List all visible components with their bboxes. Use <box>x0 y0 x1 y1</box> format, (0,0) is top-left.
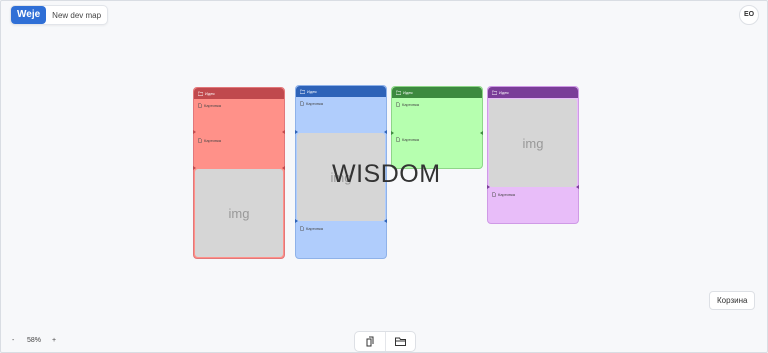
document-icon <box>198 103 202 108</box>
basket-button[interactable]: Корзина <box>709 291 756 310</box>
card-title: Идея <box>307 89 317 94</box>
document-icon <box>300 101 304 106</box>
row-label: Картинка <box>402 137 420 142</box>
card-header[interactable]: Идея <box>392 87 482 98</box>
card-title: Идея <box>205 91 215 96</box>
user-avatar[interactable]: EO <box>739 5 759 25</box>
document-icon <box>366 336 374 347</box>
zoom-out-button[interactable]: - <box>12 337 14 344</box>
card-row[interactable]: Картинка <box>300 226 323 231</box>
add-document-button[interactable] <box>355 332 385 351</box>
document-icon <box>492 192 496 197</box>
connector-handle[interactable] <box>480 131 483 135</box>
header-bar: Weje New dev map <box>10 5 109 25</box>
document-icon <box>300 226 304 231</box>
connector-handle[interactable] <box>384 219 387 223</box>
document-icon <box>198 138 202 143</box>
folder-icon <box>492 90 497 95</box>
connector-handle[interactable] <box>295 219 298 223</box>
add-folder-button[interactable] <box>384 332 416 351</box>
card-header[interactable]: Идея <box>194 88 284 99</box>
document-icon <box>396 137 400 142</box>
card-title: Идея <box>499 90 509 95</box>
connector-handle[interactable] <box>282 130 285 134</box>
map-title[interactable]: New dev map <box>46 11 107 20</box>
connector-handle[interactable] <box>487 185 490 189</box>
card-row[interactable]: Картинка <box>492 192 515 197</box>
row-label: Картинка <box>204 138 222 143</box>
connector-handle[interactable] <box>391 131 394 135</box>
connector-handle[interactable] <box>282 166 285 170</box>
card-header[interactable]: Идея <box>296 86 386 97</box>
folder-icon <box>198 91 203 96</box>
connector-handle[interactable] <box>384 130 387 134</box>
folder-icon <box>300 89 305 94</box>
wisdom-watermark: WISDOM <box>332 160 441 188</box>
card-row[interactable]: Картинка <box>300 101 323 106</box>
row-label: Картинка <box>498 192 516 197</box>
card-red[interactable]: Идея Картинка Картинка img <box>193 87 285 259</box>
row-label: Картинка <box>204 103 222 108</box>
connector-handle[interactable] <box>193 166 196 170</box>
document-icon <box>396 102 400 107</box>
card-green[interactable]: Идея Картинка Картинка <box>391 86 483 169</box>
folder-icon <box>394 337 406 346</box>
app-logo[interactable]: Weje <box>11 6 47 24</box>
zoom-level: 58% <box>27 337 42 344</box>
row-label: Картинка <box>306 101 324 106</box>
card-row[interactable]: Картинка <box>198 103 221 108</box>
zoom-in-button[interactable]: + <box>52 337 56 344</box>
card-row[interactable]: Картинка <box>396 137 419 142</box>
bottom-toolbar <box>354 331 416 352</box>
card-row[interactable]: Картинка <box>198 138 221 143</box>
card-header[interactable]: Идея <box>488 87 578 98</box>
folder-icon <box>396 90 401 95</box>
card-title: Идея <box>403 90 413 95</box>
row-label: Картинка <box>402 102 420 107</box>
card-purple[interactable]: Идея img Картинка <box>487 86 579 224</box>
image-placeholder[interactable]: img <box>489 99 577 187</box>
row-label: Картинка <box>306 226 324 231</box>
connector-handle[interactable] <box>295 130 298 134</box>
connector-handle[interactable] <box>193 130 196 134</box>
card-row[interactable]: Картинка <box>396 102 419 107</box>
image-placeholder[interactable]: img <box>195 169 283 257</box>
connector-handle[interactable] <box>576 185 579 189</box>
